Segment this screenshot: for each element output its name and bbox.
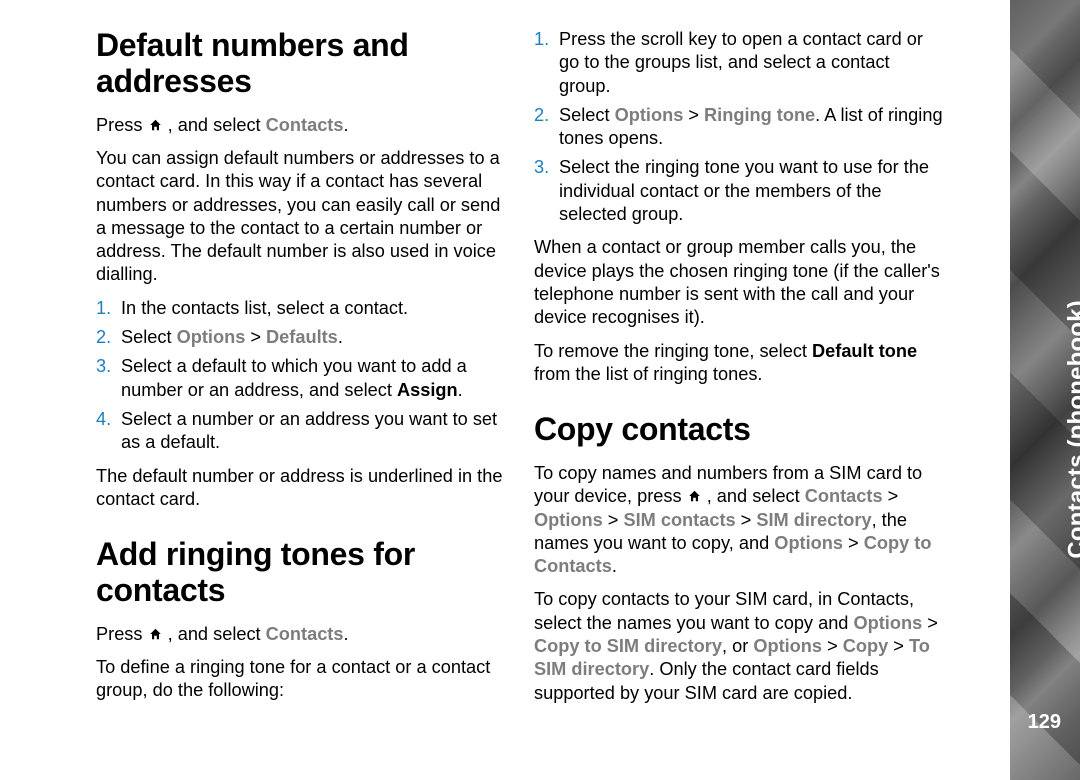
step: Select a number or an address you want t…	[121, 408, 508, 455]
manual-page: Default numbers and addresses Press , an…	[0, 0, 1080, 740]
menu-path: Defaults	[266, 327, 338, 347]
steps-list: Press the scroll key to open a contact c…	[534, 28, 946, 226]
menu-path: Options	[774, 533, 843, 553]
text: >	[922, 613, 938, 633]
paragraph: To define a ringing tone for a contact o…	[96, 656, 508, 703]
paragraph: Press , and select Contacts.	[96, 114, 508, 137]
paragraph: To copy contacts to your SIM card, in Co…	[534, 588, 946, 704]
right-column: Press the scroll key to open a contact c…	[534, 28, 946, 740]
paragraph: The default number or address is underli…	[96, 465, 508, 512]
paragraph: You can assign default numbers or addres…	[96, 147, 508, 287]
home-key-icon	[148, 627, 163, 641]
step: Select Options > Ringing tone. A list of…	[559, 104, 946, 151]
paragraph: When a contact or group member calls you…	[534, 236, 946, 329]
menu-path: Contacts	[805, 486, 883, 506]
text: >	[683, 105, 704, 125]
left-column: Default numbers and addresses Press , an…	[96, 28, 508, 740]
text: Press	[96, 624, 148, 644]
menu-path: Options	[615, 105, 684, 125]
text: >	[822, 636, 843, 656]
step: In the contacts list, select a contact.	[121, 297, 508, 320]
menu-path: Copy to SIM directory	[534, 636, 722, 656]
chapter-tab: Contacts (phonebook) 129	[1010, 0, 1080, 780]
paragraph: To copy names and numbers from a SIM car…	[534, 462, 946, 578]
paragraph: To remove the ringing tone, select Defau…	[534, 340, 946, 387]
text: , and select	[163, 624, 266, 644]
text: .	[338, 327, 343, 347]
menu-path: Options	[853, 613, 922, 633]
home-key-icon	[687, 489, 702, 503]
menu-path: Options	[534, 510, 603, 530]
menu-path: Ringing tone	[704, 105, 815, 125]
menu-path: Contacts	[266, 624, 344, 644]
text: Select	[559, 105, 615, 125]
text: To remove the ringing tone, select	[534, 341, 812, 361]
text: >	[736, 510, 757, 530]
heading-copy-contacts: Copy contacts	[534, 412, 946, 448]
text: .	[458, 380, 463, 400]
paragraph: Press , and select Contacts.	[96, 623, 508, 646]
menu-path: Copy	[843, 636, 888, 656]
home-key-icon	[148, 118, 163, 132]
menu-path: Assign	[397, 380, 458, 400]
step: Select a default to which you want to ad…	[121, 355, 508, 402]
text: .	[343, 624, 348, 644]
step: Press the scroll key to open a contact c…	[559, 28, 946, 98]
text: , or	[722, 636, 753, 656]
text: >	[888, 636, 909, 656]
text: >	[843, 533, 864, 553]
menu-path: Options	[753, 636, 822, 656]
page-number: 129	[1028, 711, 1061, 734]
text: from the list of ringing tones.	[534, 364, 762, 384]
menu-path: Default tone	[812, 341, 917, 361]
heading-ringing-tones: Add ringing tones for contacts	[96, 537, 508, 609]
text: >	[245, 327, 266, 347]
menu-path: SIM directory	[756, 510, 871, 530]
chapter-tab-label: Contacts (phonebook)	[1064, 300, 1080, 559]
menu-path: Contacts	[266, 115, 344, 135]
text: >	[883, 486, 899, 506]
text: , and select	[702, 486, 805, 506]
text: .	[612, 556, 617, 576]
steps-list: In the contacts list, select a contact. …	[96, 297, 508, 455]
heading-default-numbers: Default numbers and addresses	[96, 28, 508, 100]
text: Press	[96, 115, 148, 135]
menu-path: SIM contacts	[623, 510, 735, 530]
text: .	[343, 115, 348, 135]
menu-path: Options	[177, 327, 246, 347]
text: >	[603, 510, 624, 530]
step: Select the ringing tone you want to use …	[559, 156, 946, 226]
step: Select Options > Defaults.	[121, 326, 508, 349]
text: Select	[121, 327, 177, 347]
text: , and select	[163, 115, 266, 135]
